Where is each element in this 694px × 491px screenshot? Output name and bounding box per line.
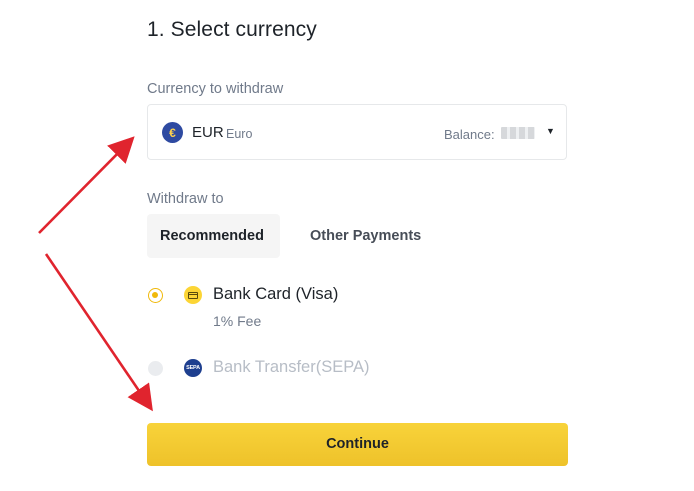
bank-card-radio[interactable]	[148, 288, 163, 303]
withdraw-to-label: Withdraw to	[147, 191, 224, 207]
tab-other-payments[interactable]: Other Payments	[297, 214, 434, 258]
balance-value-masked	[501, 127, 535, 139]
arrow-to-currency-select	[38, 136, 135, 234]
sepa-icon: SEPA	[184, 359, 202, 377]
chevron-down-icon: ▼	[546, 126, 555, 136]
euro-icon: €	[162, 122, 183, 143]
currency-code: EUR	[192, 124, 224, 141]
card-icon	[184, 286, 202, 304]
currency-select[interactable]: € EUR Euro Balance: ▼	[147, 104, 567, 160]
arrow-to-continue-button	[44, 253, 153, 412]
continue-button[interactable]: Continue	[147, 423, 568, 466]
balance-label: Balance:	[444, 127, 495, 142]
sepa-option: Bank Transfer(SEPA)	[213, 358, 370, 376]
page-title: 1. Select currency	[147, 18, 317, 41]
bank-card-fee: 1% Fee	[213, 313, 262, 329]
tab-recommended[interactable]: Recommended	[147, 214, 280, 258]
bank-card-option[interactable]: Bank Card (Visa)	[213, 285, 338, 304]
currency-name: Euro	[226, 127, 253, 141]
sepa-radio	[148, 361, 163, 376]
currency-label: Currency to withdraw	[147, 81, 284, 97]
